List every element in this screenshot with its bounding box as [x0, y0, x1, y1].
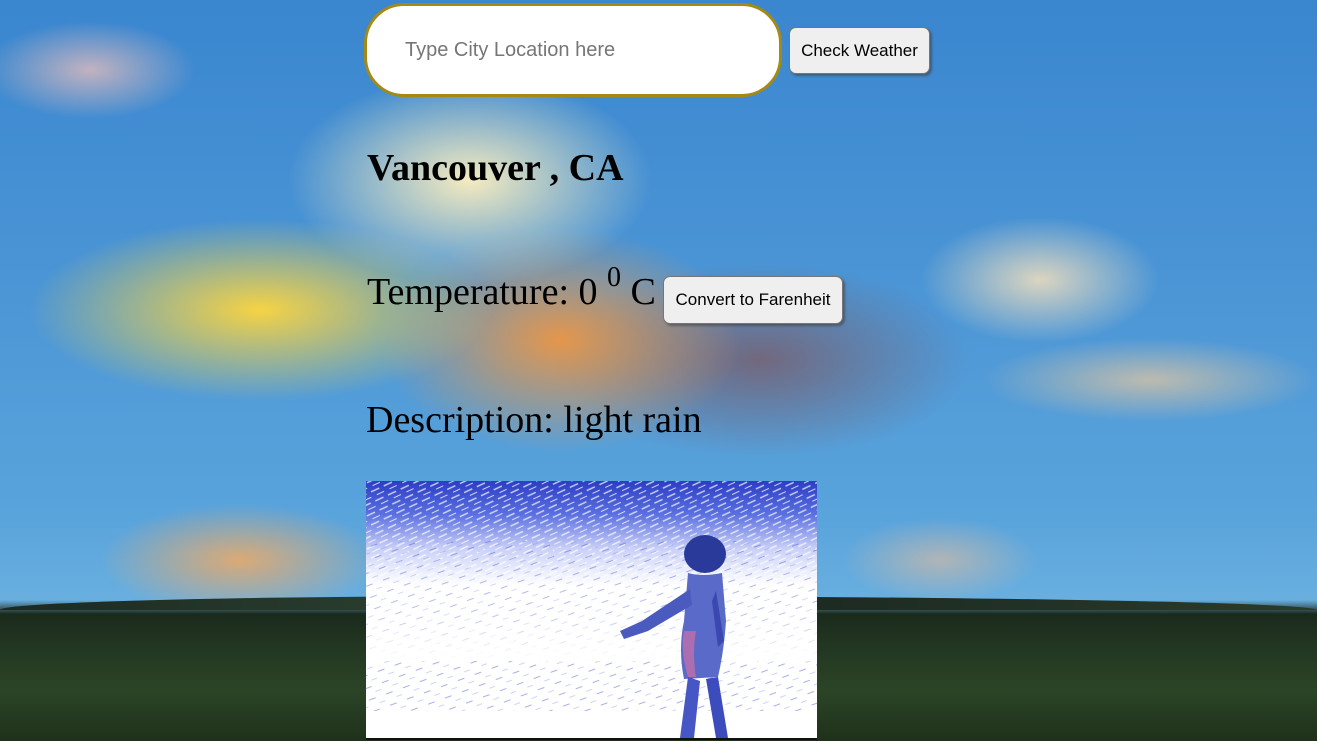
check-weather-button[interactable]: Check Weather: [789, 27, 930, 74]
rain-figure-illustration: [366, 481, 817, 738]
degree-superscript: 0: [607, 262, 622, 294]
city-search-input[interactable]: [364, 3, 782, 97]
weather-description: Description: light rain: [366, 399, 702, 441]
convert-to-fahrenheit-button[interactable]: Convert to Farenheit: [663, 276, 843, 324]
weather-image: [366, 481, 817, 740]
temperature-text: Temperature: 0: [367, 271, 608, 313]
temperature-unit: C: [621, 271, 656, 313]
city-label: Vancouver , CA: [367, 147, 624, 189]
temperature-display: Temperature: 0 0 C: [367, 264, 656, 314]
